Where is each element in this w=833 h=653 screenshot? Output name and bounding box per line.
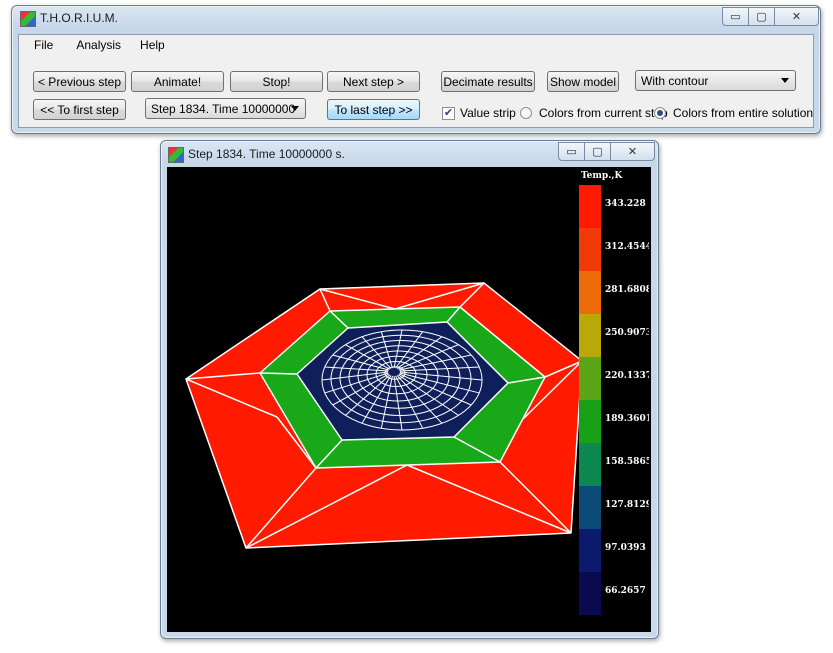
legend-title: Temp.,K <box>581 171 623 181</box>
value-strip-checkbox[interactable]: ✔ <box>442 107 455 120</box>
legend-swatch <box>579 357 601 400</box>
legend-swatch <box>579 271 601 314</box>
legend-label: 97.0393 <box>605 543 646 553</box>
legend-label: 220.1337 <box>605 371 649 381</box>
legend-label: 343.228 <box>605 199 646 209</box>
menu-analysis[interactable]: Analysis <box>76 38 121 52</box>
chevron-down-icon <box>291 106 299 111</box>
minimize-icon: ▭ <box>730 11 741 23</box>
view-app-icon <box>168 147 184 163</box>
step-select-value: Step 1834. Time 10000000 <box>151 101 296 116</box>
menu-file[interactable]: File <box>34 38 53 52</box>
maximize-icon: ▢ <box>756 11 767 23</box>
legend-label: 281.6808 <box>605 285 649 295</box>
legend-label: 66.2657 <box>605 586 646 596</box>
legend-swatch <box>579 314 601 357</box>
animate-button[interactable]: Animate! <box>131 71 224 92</box>
contour-select[interactable]: With contour <box>635 70 796 91</box>
menu-help[interactable]: Help <box>140 38 165 52</box>
maximize-icon: ▢ <box>592 146 603 158</box>
view-window-title: Step 1834. Time 10000000 s. <box>188 147 345 161</box>
legend-swatch <box>579 443 601 486</box>
previous-step-button[interactable]: < Previous step <box>33 71 126 92</box>
view-titlebar[interactable]: Step 1834. Time 10000000 s. ▭ ▢ ✕ <box>161 141 658 165</box>
legend-swatch <box>579 400 601 443</box>
legend-swatch <box>579 228 601 271</box>
legend-swatch <box>579 529 601 572</box>
contour-select-value: With contour <box>641 73 709 88</box>
legend-label: 250.9073 <box>605 328 649 338</box>
value-strip-label[interactable]: Value strip <box>460 106 516 120</box>
radio-colors-entire-solution-label[interactable]: Colors from entire solution <box>673 106 813 120</box>
minimize-button[interactable]: ▭ <box>722 7 749 26</box>
view-close-button[interactable]: ✕ <box>610 142 655 161</box>
main-window-title: T.H.O.R.I.U.M. <box>40 11 118 25</box>
close-icon: ✕ <box>627 146 638 158</box>
last-step-button[interactable]: To last step >> <box>327 99 420 120</box>
view-window: Step 1834. Time 10000000 s. ▭ ▢ ✕ Temp.,… <box>160 140 659 639</box>
legend-label: 158.5865 <box>605 457 649 467</box>
render-canvas[interactable]: Temp.,K 343.228 312.4544 281.6808 250.9073 2… <box>167 167 651 632</box>
maximize-button[interactable]: ▢ <box>748 7 775 26</box>
view-maximize-button[interactable]: ▢ <box>584 142 611 161</box>
main-window: T.H.O.R.I.U.M. ▭ ▢ ✕ File Analysis Help … <box>11 5 821 134</box>
view-minimize-button[interactable]: ▭ <box>558 142 585 161</box>
minimize-icon: ▭ <box>566 146 577 158</box>
radio-colors-entire-solution[interactable] <box>654 107 666 119</box>
app-icon <box>20 11 36 27</box>
legend-label: 127.8129 <box>605 500 649 510</box>
close-icon: ✕ <box>791 11 802 23</box>
radio-colors-current-step-label[interactable]: Colors from current step <box>539 106 668 120</box>
thermal-model <box>185 282 583 549</box>
decimate-results-button[interactable]: Decimate results <box>441 71 535 92</box>
step-select[interactable]: Step 1834. Time 10000000 <box>145 98 306 119</box>
stop-button[interactable]: Stop! <box>230 71 323 92</box>
legend-label: 189.3601 <box>605 414 649 424</box>
close-button[interactable]: ✕ <box>774 7 819 26</box>
chevron-down-icon <box>781 78 789 83</box>
first-step-button[interactable]: << To first step <box>33 99 126 120</box>
main-client-area: File Analysis Help < Previous step Anima… <box>18 34 814 128</box>
legend-swatch <box>579 572 601 615</box>
legend-label: 312.4544 <box>605 242 649 252</box>
next-step-button[interactable]: Next step > <box>327 71 420 92</box>
main-titlebar[interactable]: T.H.O.R.I.U.M. ▭ ▢ ✕ <box>12 6 820 30</box>
legend-strip: 343.228 312.4544 281.6808 250.9073 220.1337 1… <box>579 185 649 615</box>
legend-swatch <box>579 486 601 529</box>
menu-bar: File Analysis Help <box>19 35 813 55</box>
legend-swatch <box>579 185 601 228</box>
show-model-button[interactable]: Show model <box>547 71 619 92</box>
radio-colors-current-step[interactable] <box>520 107 532 119</box>
